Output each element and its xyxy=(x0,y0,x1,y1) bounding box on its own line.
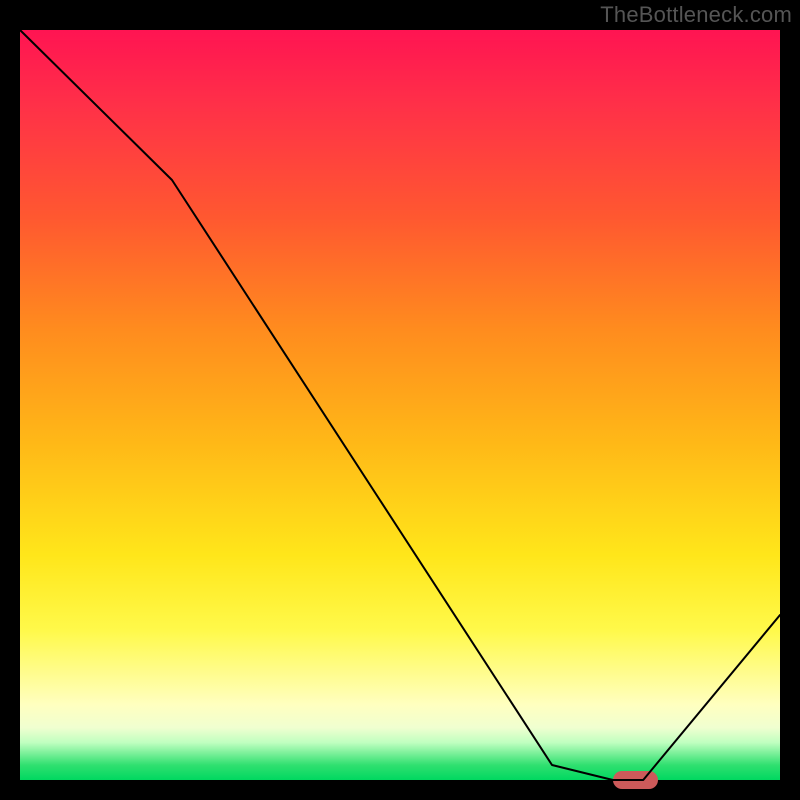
attribution-label: TheBottleneck.com xyxy=(600,2,792,28)
chart-root: TheBottleneck.com xyxy=(0,0,800,800)
bottleneck-curve-path xyxy=(20,30,780,780)
plot-area xyxy=(20,30,780,780)
bottleneck-curve-svg xyxy=(20,30,780,780)
